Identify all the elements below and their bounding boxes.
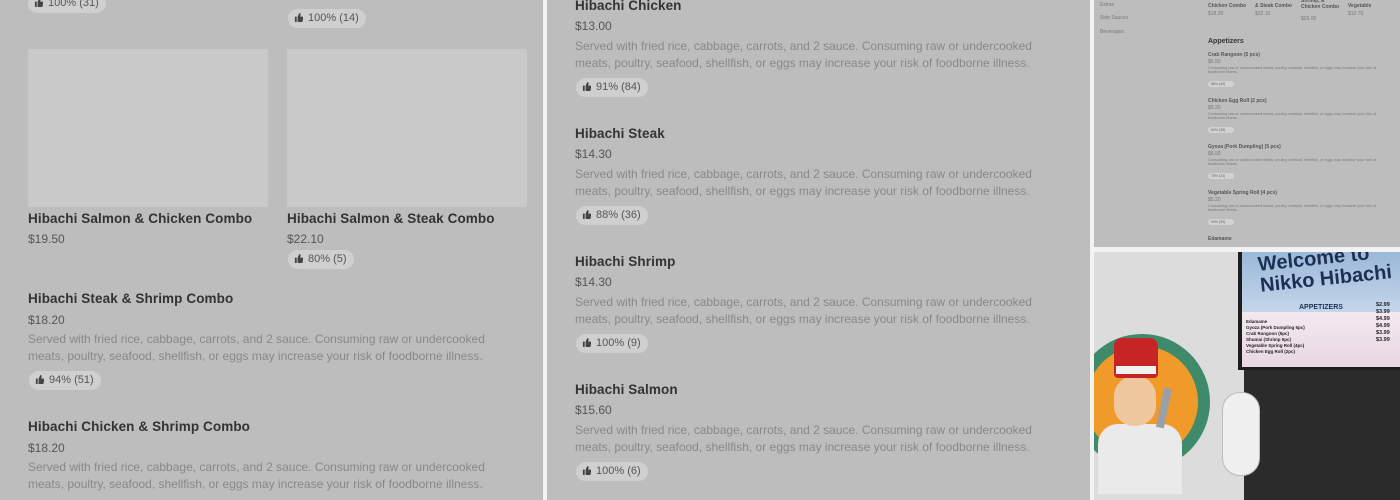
item-description: Served with fried rice, cabbage, carrots… (575, 39, 1032, 70)
item-description: Served with fried rice, cabbage, carrots… (575, 295, 1032, 326)
item-name[interactable]: Chicken Egg Roll (2 pcs) (1208, 98, 1267, 104)
tv-menu-line: Shumai (Shrimp 5pc) (1246, 337, 1292, 342)
menu-panel-thumbnail: Extras Side Sauces Beverages Chicken Com… (1094, 0, 1400, 247)
rating-badge: 78% (23) (1208, 173, 1234, 179)
tv-menu-price: $3.99 (1376, 337, 1390, 343)
item-price: $13.00 (575, 19, 612, 33)
item-price: $5.20 (1208, 197, 1221, 203)
item-price: $6.50 (1208, 151, 1221, 157)
tv-menu-price: $2.99 (1376, 302, 1390, 308)
rating-badge: 100% (6) (576, 462, 648, 481)
item-image-placeholder[interactable] (28, 49, 268, 207)
item-name[interactable]: & Steak Combo (1255, 3, 1295, 9)
tv-menu-line: Crab Rangoon (5pc) (1246, 331, 1290, 336)
item-price: $18.20 (28, 441, 65, 455)
rating-value: 100% (31) (48, 0, 99, 9)
item-image-placeholder[interactable] (287, 49, 527, 207)
appetizers-label: APPETIZERS (1299, 304, 1343, 311)
item-name[interactable]: Vegetable Spring Roll (4 pcs) (1208, 190, 1277, 196)
item-name[interactable]: Gyoza (Pork Dumpling) (5 pcs) (1208, 144, 1281, 150)
item-description: Served with fried rice, cabbage, carrots… (28, 460, 485, 491)
rating-value: 91% (84) (596, 81, 641, 93)
sidebar-item-extras[interactable]: Extras (1100, 2, 1114, 8)
sidebar-item-beverages[interactable]: Beverages (1100, 29, 1124, 35)
item-name[interactable]: Vegetable (1348, 3, 1388, 9)
thumbs-up-icon (582, 82, 591, 91)
item-price: $14.30 (575, 275, 612, 289)
item-name[interactable]: Hibachi Chicken & Shrimp Combo (28, 419, 250, 434)
rating-badge: 100% (14) (288, 9, 366, 28)
rating-badge: 100% (9) (576, 334, 648, 353)
sidebar-item-side-sauces[interactable]: Side Sauces (1100, 15, 1128, 21)
item-name[interactable]: Hibachi Salmon & Chicken Combo (28, 211, 252, 226)
item-price: $22.10 (287, 232, 324, 246)
tv-menu-line: Gyoza (Pork Dumpling 5pc) (1246, 325, 1305, 330)
rating-value: 100% (14) (308, 12, 359, 24)
item-description: Served with fried rice, cabbage, carrots… (575, 167, 1032, 198)
item-name[interactable]: Hibachi Chicken (575, 0, 682, 13)
chef-body (1098, 424, 1182, 494)
thumbs-up-icon (582, 210, 591, 219)
item-price: $6.50 (1208, 59, 1221, 65)
item-price: $5.20 (1208, 105, 1221, 111)
rating-badge: 80% (5) (288, 250, 354, 269)
rating-badge: 94% (51) (29, 371, 101, 390)
item-price: $12.70 (1348, 11, 1364, 17)
item-price: $18.20 (28, 313, 65, 327)
item-description: Served with fried rice, cabbage, carrots… (575, 423, 1032, 454)
item-description: Consuming raw or undercooked meats, poul… (1208, 204, 1376, 212)
item-name[interactable]: Edamame (1208, 236, 1232, 242)
thumbs-up-icon (35, 375, 44, 384)
rating-badge: 88% (40) (1208, 81, 1234, 87)
item-price: $19.50 (28, 232, 65, 246)
tv-menu-price: $4.99 (1376, 323, 1390, 329)
menu-panel-left: 100% (31) 100% (14) Hibachi Salmon & Chi… (0, 0, 543, 500)
rating-badge: 84% (38) (1208, 127, 1234, 133)
chef-headband (1116, 366, 1156, 374)
item-description: Served with fried rice, cabbage, carrots… (28, 332, 485, 363)
item-name[interactable]: Hibachi Salmon (575, 382, 678, 397)
kitchen-counter (1244, 370, 1400, 500)
thumbs-up-icon (582, 466, 591, 475)
item-price: $22.10 (1255, 11, 1271, 17)
rating-value: 94% (51) (49, 374, 94, 386)
chef-face (1114, 376, 1156, 426)
section-title: Appetizers (1208, 38, 1244, 45)
item-description: Consuming raw or undercooked meats, poul… (1208, 112, 1376, 120)
item-description: Consuming raw or undercooked meats, poul… (1208, 158, 1376, 166)
item-price: $26.00 (1301, 16, 1317, 22)
item-description: Consuming raw or undercooked meats, poul… (1208, 66, 1376, 74)
rating-badge: 100% (31) (28, 0, 106, 13)
rating-value: 100% (6) (596, 465, 641, 477)
item-name[interactable]: Hibachi Shrimp (575, 254, 675, 269)
tv-menu-price: $3.99 (1376, 309, 1390, 315)
rating-value: 80% (5) (308, 253, 347, 265)
item-name[interactable]: Hibachi Steak & Shrimp Combo (28, 291, 233, 306)
tv-menu-line: Vegetable Spring Roll (4pc) (1246, 343, 1305, 348)
item-name[interactable]: Shrimp, & Chicken Combo (1301, 0, 1341, 10)
item-name[interactable]: Chicken Combo (1208, 3, 1248, 9)
rating-badge: 90% (30) (1208, 219, 1234, 225)
item-price: $18.20 (1208, 11, 1224, 17)
tv-menu-price: $3.99 (1376, 330, 1390, 336)
item-name[interactable]: Hibachi Salmon & Steak Combo (287, 211, 495, 226)
item-name[interactable]: Hibachi Steak (575, 126, 665, 141)
thumbs-up-icon (34, 0, 43, 7)
item-name[interactable]: Crab Rangoon (5 pcs) (1208, 52, 1260, 58)
rating-value: 88% (36) (596, 209, 641, 221)
item-price: $15.60 (575, 403, 612, 417)
rating-badge: 91% (84) (576, 78, 648, 97)
item-price: $14.30 (575, 147, 612, 161)
tv-menu-line: Edamame (1246, 319, 1268, 324)
paper-lantern (1222, 392, 1260, 476)
rating-badge: 88% (36) (576, 206, 648, 225)
rating-value: 100% (9) (596, 337, 641, 349)
thumbs-up-icon (294, 254, 303, 263)
tv-menu-price: $4.99 (1376, 316, 1390, 322)
restaurant-photo: Welcome to Nikko Hibachi APPETIZERS Edam… (1094, 252, 1400, 500)
tv-menu-line: Chicken Egg Roll (2pc) (1246, 349, 1296, 354)
menu-panel-middle: Hibachi Chicken $13.00 Served with fried… (547, 0, 1090, 500)
thumbs-up-icon (582, 338, 591, 347)
thumbs-up-icon (294, 13, 303, 22)
